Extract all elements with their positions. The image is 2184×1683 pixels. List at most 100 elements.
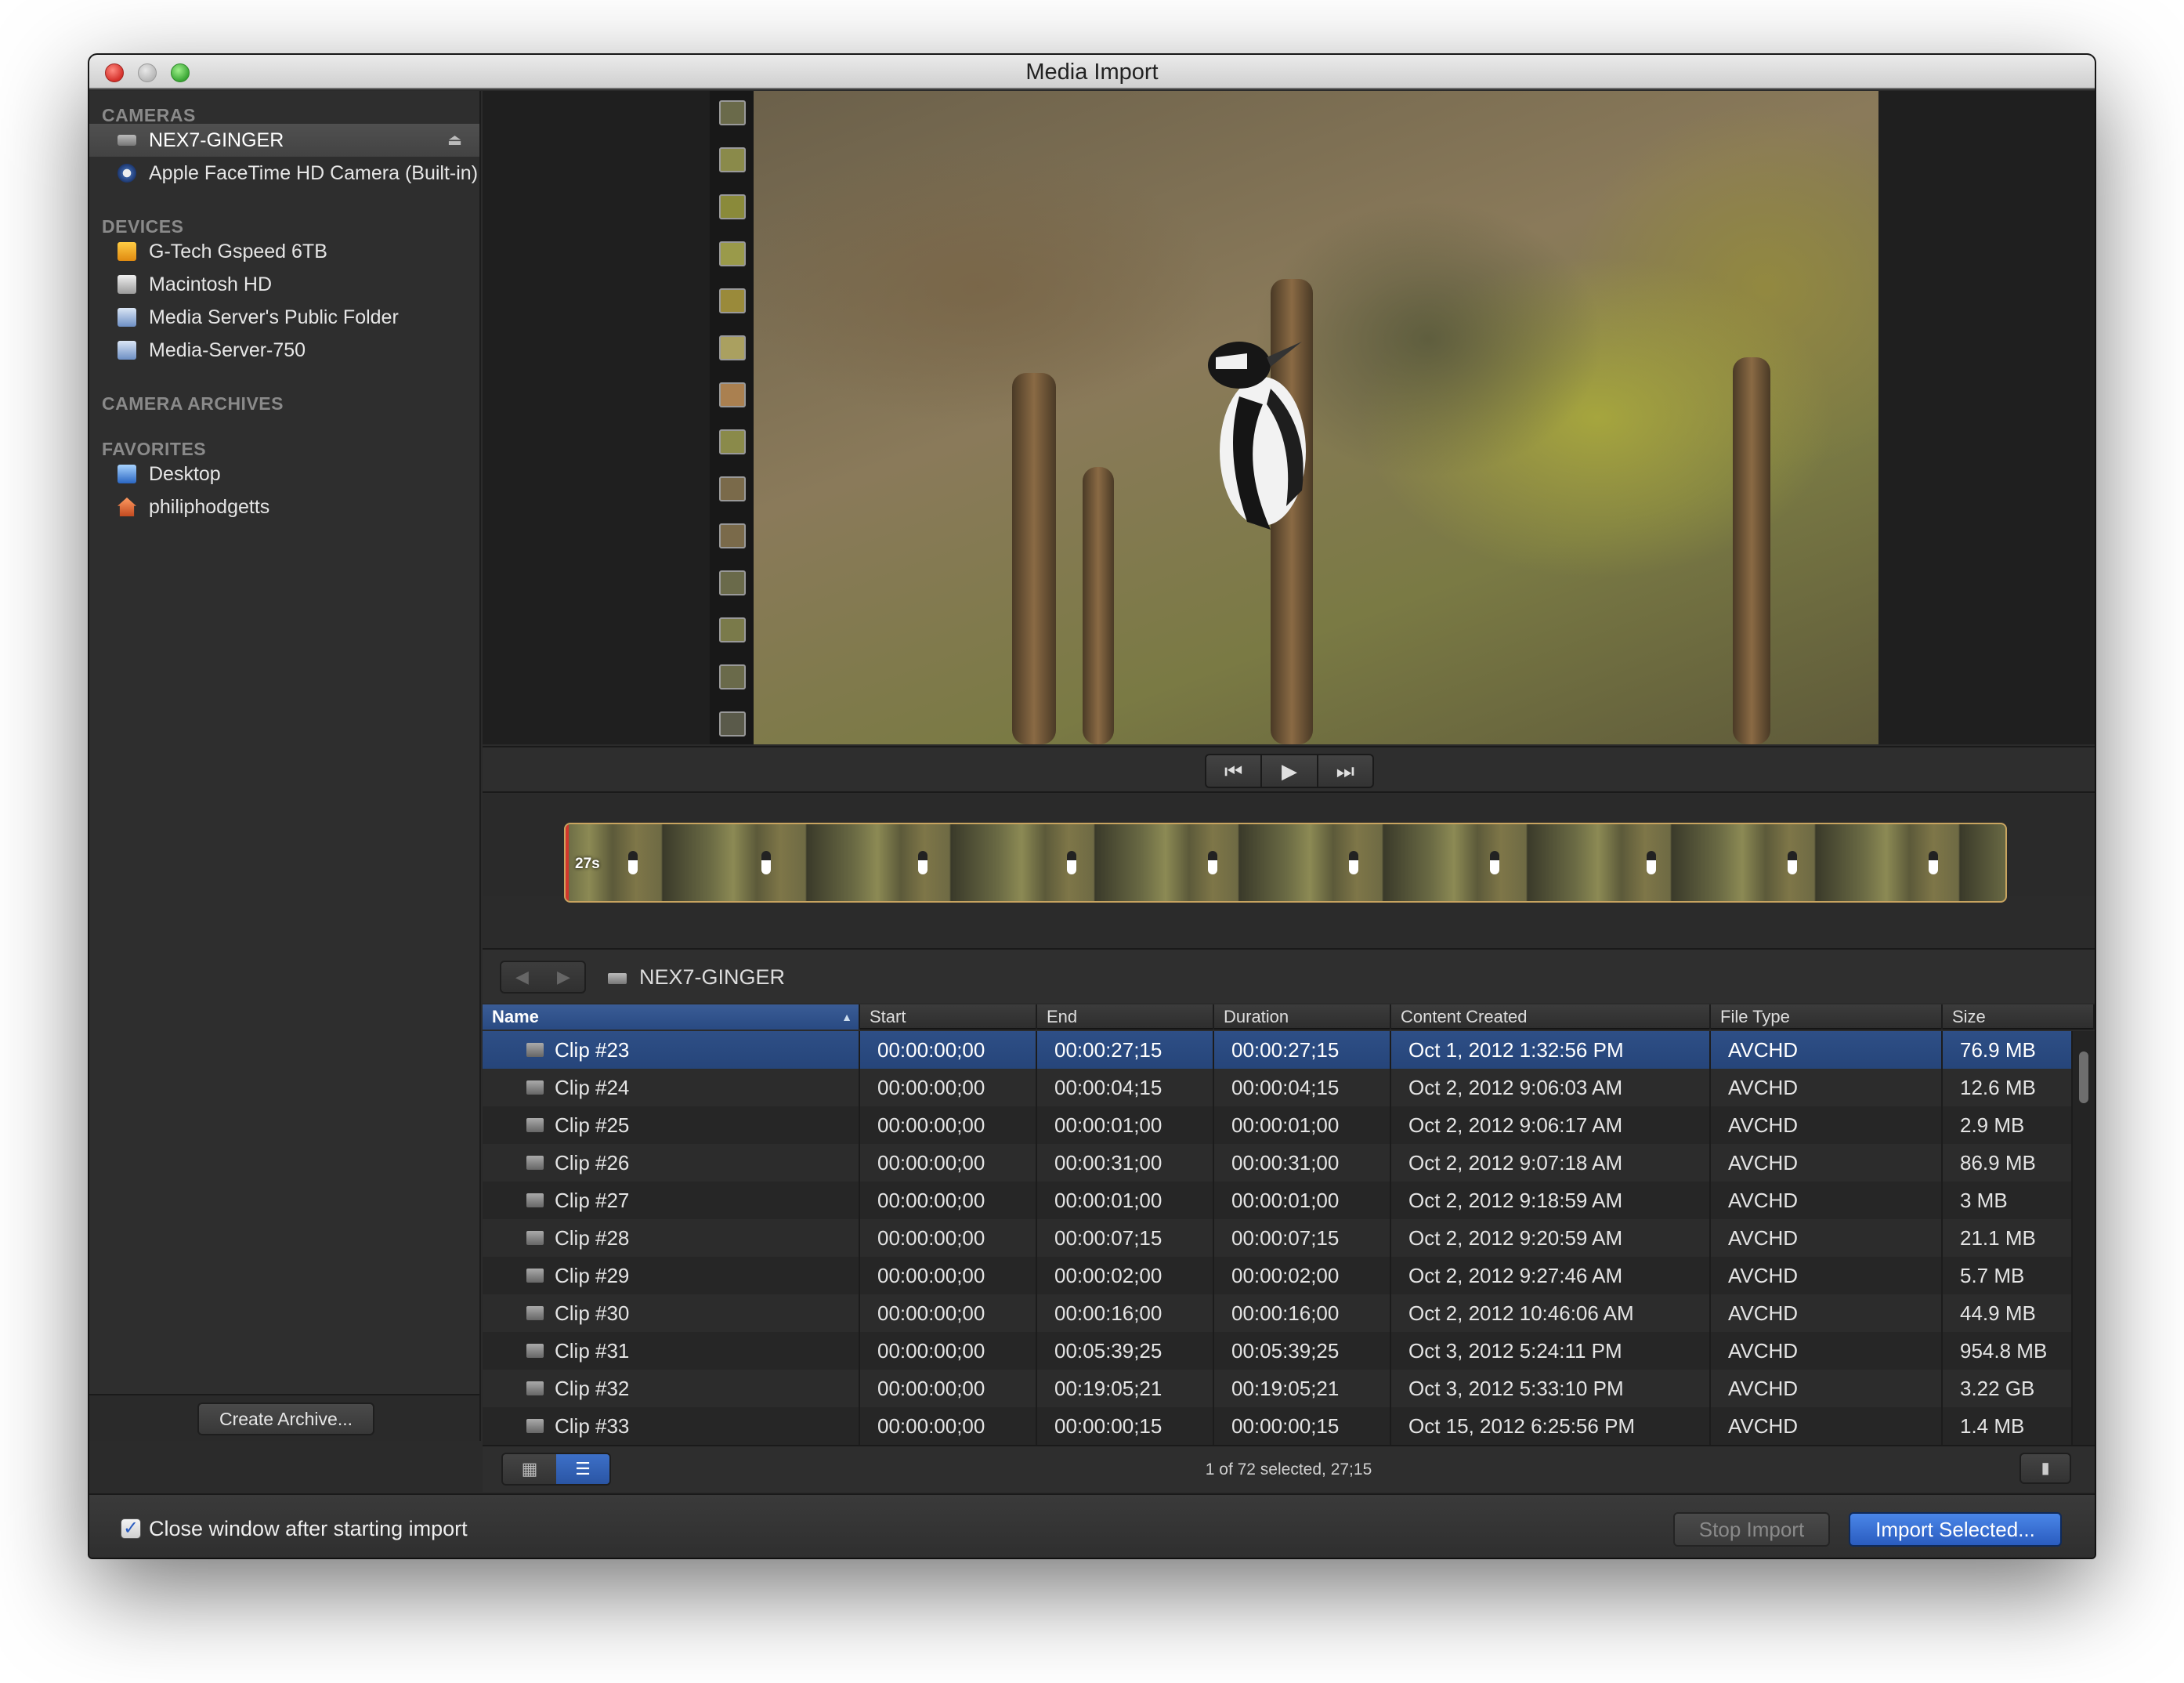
stop-import-button[interactable]: Stop Import bbox=[1673, 1512, 1830, 1547]
sidebar-item-label: Media Server's Public Folder bbox=[149, 306, 399, 328]
clip-icon bbox=[526, 1118, 544, 1132]
table-row[interactable]: Clip #32 00:00:00;00 00:19:05;21 00:19:05;2… bbox=[483, 1370, 2073, 1407]
sidebar-item-media-server-public[interactable]: Media Server's Public Folder bbox=[89, 301, 479, 334]
table-row[interactable]: Clip #26 00:00:00;00 00:00:31;00 00:00:31;0… bbox=[483, 1144, 2073, 1182]
clip-icon bbox=[526, 1306, 544, 1320]
selection-status: 1 of 72 selected, 27;15 bbox=[1205, 1460, 1372, 1479]
sidebar-item-label: G-Tech Gspeed 6TB bbox=[149, 241, 327, 262]
clip-duration-label: 27s bbox=[575, 856, 600, 872]
cell-created: Oct 2, 2012 9:27:46 AM bbox=[1391, 1257, 1711, 1294]
column-header-file-type[interactable]: File Type bbox=[1711, 1004, 1943, 1030]
back-arrow-icon[interactable]: ◀ bbox=[501, 962, 543, 992]
scrollbar-thumb[interactable] bbox=[2079, 1051, 2088, 1103]
desktop-folder-icon bbox=[118, 465, 136, 483]
title-bar: Media Import bbox=[89, 55, 2095, 89]
zoom-window-button[interactable] bbox=[171, 63, 190, 82]
server-icon bbox=[118, 308, 136, 327]
sidebar-item-facetime-camera[interactable]: Apple FaceTime HD Camera (Built-in) bbox=[89, 157, 479, 190]
sprocket bbox=[719, 241, 746, 266]
sprocket bbox=[719, 617, 746, 642]
cell-name: Clip #30 bbox=[483, 1294, 860, 1332]
cell-end: 00:00:00;15 bbox=[1037, 1407, 1214, 1445]
cell-size: 86.9 MB bbox=[1943, 1144, 2073, 1182]
cell-size: 76.9 MB bbox=[1943, 1031, 2073, 1069]
column-header-end[interactable]: End bbox=[1037, 1004, 1214, 1030]
cell-type: AVCHD bbox=[1711, 1069, 1943, 1106]
vertical-scrollbar[interactable] bbox=[2073, 1031, 2095, 1445]
column-label: Name bbox=[492, 1007, 539, 1026]
sidebar-item-desktop[interactable]: Desktop bbox=[89, 458, 479, 490]
cell-name: Clip #24 bbox=[483, 1069, 860, 1106]
playhead[interactable] bbox=[566, 824, 569, 901]
table-row[interactable]: Clip #25 00:00:00;00 00:00:01;00 00:00:01;0… bbox=[483, 1106, 2073, 1144]
create-archive-button[interactable]: Create Archive... bbox=[197, 1402, 374, 1435]
cell-created: Oct 2, 2012 10:46:06 AM bbox=[1391, 1294, 1711, 1332]
sprocket bbox=[719, 100, 746, 125]
cell-duration: 00:00:02;00 bbox=[1214, 1257, 1391, 1294]
cell-type: AVCHD bbox=[1711, 1106, 1943, 1144]
sidebar-item-label: Desktop bbox=[149, 463, 221, 485]
sidebar-item-macintosh-hd[interactable]: Macintosh HD bbox=[89, 268, 479, 301]
cell-type: AVCHD bbox=[1711, 1332, 1943, 1370]
sidebar-item-gtech-gspeed[interactable]: G-Tech Gspeed 6TB bbox=[89, 235, 479, 268]
table-row[interactable]: Clip #30 00:00:00;00 00:00:16;00 00:00:16;0… bbox=[483, 1294, 2073, 1332]
cell-name: Clip #29 bbox=[483, 1257, 860, 1294]
column-header-name[interactable]: Name ▲ bbox=[483, 1004, 860, 1030]
viewer bbox=[483, 91, 2095, 744]
cell-size: 1.4 MB bbox=[1943, 1407, 2073, 1445]
sidebar-header-favorites: FAVORITES bbox=[102, 439, 207, 459]
table-row[interactable]: Clip #33 00:00:00;00 00:00:00;15 00:00:00;1… bbox=[483, 1407, 2073, 1445]
cell-start: 00:00:00;00 bbox=[860, 1219, 1037, 1257]
eject-icon[interactable]: ⏏ bbox=[447, 124, 462, 157]
sprocket bbox=[719, 429, 746, 454]
sidebar-header-camera-archives: CAMERA ARCHIVES bbox=[102, 393, 284, 414]
play-button[interactable]: ▶ bbox=[1262, 755, 1318, 787]
cell-duration: 00:00:16;00 bbox=[1214, 1294, 1391, 1332]
go-to-start-button[interactable]: ⏮ bbox=[1206, 755, 1263, 787]
cell-start: 00:00:00;00 bbox=[860, 1294, 1037, 1332]
facetime-camera-icon bbox=[118, 164, 136, 183]
clip-filmstrip[interactable]: 27s bbox=[564, 823, 2007, 903]
sprocket bbox=[719, 382, 746, 407]
cell-type: AVCHD bbox=[1711, 1407, 1943, 1445]
import-selected-button[interactable]: Import Selected... bbox=[1849, 1512, 2062, 1547]
sidebar-item-media-server-750[interactable]: Media-Server-750 bbox=[89, 334, 479, 367]
table-row[interactable]: Clip #24 00:00:00;00 00:00:04;15 00:00:04;1… bbox=[483, 1069, 2073, 1106]
cell-name: Clip #26 bbox=[483, 1144, 860, 1182]
close-window-button[interactable] bbox=[105, 63, 124, 82]
sidebar-item-home[interactable]: philiphodgetts bbox=[89, 490, 479, 523]
sidebar: CAMERAS NEX7-GINGER ⏏ Apple FaceTime HD … bbox=[89, 91, 481, 1441]
server-icon bbox=[118, 341, 136, 360]
column-header-size[interactable]: Size bbox=[1943, 1004, 2095, 1030]
thumbnail-bird bbox=[761, 851, 771, 874]
media-import-window: Media Import CAMERAS NEX7-GINGER ⏏ Apple… bbox=[89, 55, 2095, 1558]
thumbnail-bird bbox=[1929, 851, 1938, 874]
table-row[interactable]: Clip #31 00:00:00;00 00:05:39;25 00:05:39;2… bbox=[483, 1332, 2073, 1370]
column-header-start[interactable]: Start bbox=[860, 1004, 1037, 1030]
column-header-content-created[interactable]: Content Created bbox=[1391, 1004, 1711, 1030]
column-header-duration[interactable]: Duration bbox=[1214, 1004, 1391, 1030]
table-row[interactable]: Clip #29 00:00:00;00 00:00:02;00 00:00:02;0… bbox=[483, 1257, 2073, 1294]
close-window-checkbox[interactable]: ✓ bbox=[121, 1518, 141, 1539]
table-row[interactable]: Clip #28 00:00:00;00 00:00:07;15 00:00:07;1… bbox=[483, 1219, 2073, 1257]
sidebar-item-nex7-ginger[interactable]: NEX7-GINGER ⏏ bbox=[89, 124, 479, 157]
sprocket bbox=[719, 523, 746, 548]
clip-appearance-button[interactable]: ▮ bbox=[2019, 1453, 2071, 1484]
minimize-window-button[interactable] bbox=[138, 63, 157, 82]
thumbnail-bird bbox=[1349, 851, 1358, 874]
cell-size: 21.1 MB bbox=[1943, 1219, 2073, 1257]
cell-duration: 00:05:39;25 bbox=[1214, 1332, 1391, 1370]
table-row[interactable]: Clip #27 00:00:00;00 00:00:01;00 00:00:01;0… bbox=[483, 1182, 2073, 1219]
browser-location: NEX7-GINGER bbox=[608, 950, 785, 1004]
cell-size: 954.8 MB bbox=[1943, 1332, 2073, 1370]
cell-end: 00:00:04;15 bbox=[1037, 1069, 1214, 1106]
table-row[interactable]: Clip #23 00:00:00;00 00:00:27;15 00:00:27;1… bbox=[483, 1031, 2073, 1069]
cell-end: 00:00:07;15 bbox=[1037, 1219, 1214, 1257]
sprocket bbox=[719, 664, 746, 689]
forward-arrow-icon[interactable]: ▶ bbox=[543, 962, 584, 992]
cell-type: AVCHD bbox=[1711, 1144, 1943, 1182]
cell-name: Clip #32 bbox=[483, 1370, 860, 1407]
go-to-end-button[interactable]: ⏭ bbox=[1318, 755, 1372, 787]
cell-start: 00:00:00;00 bbox=[860, 1031, 1037, 1069]
clip-icon bbox=[526, 1231, 544, 1245]
